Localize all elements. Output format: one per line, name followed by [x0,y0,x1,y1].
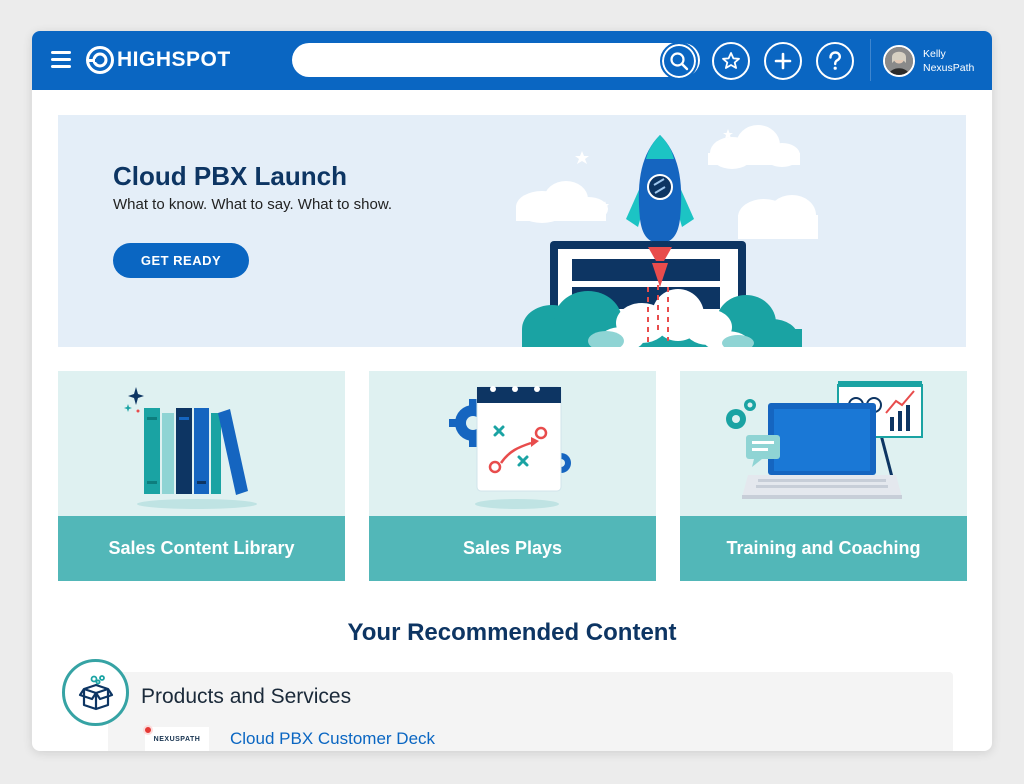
card-training-and-coaching[interactable]: Training and Coaching [680,371,967,581]
add-button[interactable] [764,42,802,80]
user-first-name: Kelly [923,48,946,60]
recommended-section-title: Your Recommended Content [347,619,677,646]
card-sales-content-library[interactable]: Sales Content Library [58,371,345,581]
help-button[interactable] [816,42,854,80]
logo-text: HIGHSPOT [117,48,231,71]
user-name[interactable]: Kelly NexusPath [923,47,974,75]
hero-banner: Cloud PBX Launch What to know. What to s… [58,115,966,347]
star-icon [722,52,740,69]
hero-title: Cloud PBX Launch [113,161,347,191]
get-ready-button[interactable]: GET READY [113,243,249,278]
rocket-launch-illustration [516,125,818,347]
books-icon [124,387,257,509]
box-icon [78,674,113,710]
card-label: Sales Content Library [58,516,345,581]
content-item-link[interactable]: Cloud PBX Customer Deck [230,729,435,749]
search-button[interactable] [660,42,698,80]
laptop-training-icon [726,381,923,499]
card-label: Training and Coaching [680,516,967,581]
favorites-button[interactable] [712,42,750,80]
content-thumbnail[interactable]: NEXUSPATH [145,727,209,751]
search-icon [670,52,689,71]
app-window: HIGHSPOT Kelly NexusPath Cloud PBX Launc… [32,31,992,751]
card-label: Sales Plays [369,516,656,581]
top-navigation-bar: HIGHSPOT Kelly NexusPath [32,31,992,90]
logo-icon [86,46,114,74]
search-input[interactable] [292,43,700,77]
menu-icon[interactable] [51,51,71,69]
user-photo [885,47,913,75]
plus-icon [774,52,792,70]
card-sales-plays[interactable]: Sales Plays [369,371,656,581]
avatar[interactable] [883,45,915,77]
new-indicator-dot [143,725,153,735]
category-title: Products and Services [141,685,352,708]
user-last-name: NexusPath [923,62,975,74]
question-mark-icon [829,51,842,70]
playbook-icon [449,386,571,509]
toolbar-divider [870,39,871,81]
highspot-logo[interactable]: HIGHSPOT [85,45,231,75]
category-icon-circle [62,659,129,726]
hero-subtitle: What to know. What to say. What to show. [113,196,393,213]
